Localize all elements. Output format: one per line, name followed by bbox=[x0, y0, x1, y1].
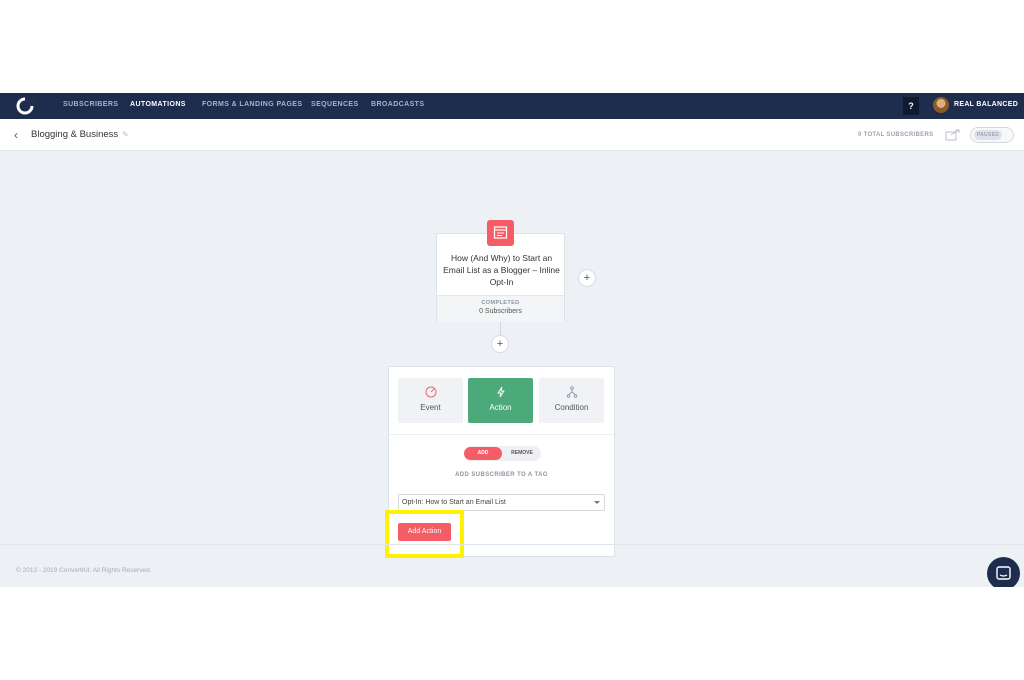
add-trigger-plus-icon[interactable]: + bbox=[578, 269, 596, 287]
step-type-action[interactable]: Action bbox=[468, 378, 533, 423]
convertkit-logo-icon[interactable] bbox=[15, 96, 35, 116]
gauge-icon bbox=[425, 386, 437, 398]
automation-title: Blogging & Business bbox=[31, 129, 119, 140]
help-button[interactable]: ? bbox=[903, 97, 919, 115]
add-step-plus-icon[interactable]: + bbox=[491, 335, 509, 353]
trigger-title: How (And Why) to Start an Email List as … bbox=[443, 253, 560, 287]
total-subscribers: 0 TOTAL SUBSCRIBERS bbox=[858, 132, 934, 138]
avatar[interactable] bbox=[933, 97, 949, 113]
divider bbox=[389, 434, 614, 435]
automation-header: ‹ Blogging & Business ✎ 0 TOTAL SUBSCRIB… bbox=[0, 119, 1024, 151]
nav-sequences[interactable]: SEQUENCES bbox=[311, 101, 359, 108]
step-type-condition[interactable]: Condition bbox=[539, 378, 604, 423]
user-name[interactable]: REAL BALANCED bbox=[954, 101, 1018, 108]
step-type-label: Action bbox=[489, 403, 512, 412]
add-action-button[interactable]: Add Action bbox=[398, 523, 451, 541]
step-type-event[interactable]: Event bbox=[398, 378, 463, 423]
nav-automations[interactable]: AUTOMATIONS bbox=[130, 101, 186, 108]
remove-option-button[interactable]: REMOVE bbox=[505, 447, 539, 460]
connector-line bbox=[500, 322, 501, 335]
step-type-label: Condition bbox=[554, 403, 589, 412]
tag-select-value: Opt-In: How to Start an Email List bbox=[402, 499, 506, 506]
edit-pencil-icon[interactable]: ✎ bbox=[122, 130, 129, 139]
form-icon bbox=[487, 220, 514, 246]
add-remove-toggle: ADD REMOVE bbox=[464, 446, 541, 461]
status-label: PAUSED bbox=[974, 130, 1002, 140]
add-step-panel: Event Action Condition ADD REMOVE ADD SU… bbox=[385, 366, 615, 558]
chat-bubble-icon[interactable] bbox=[987, 557, 1020, 587]
lightning-icon bbox=[495, 386, 507, 398]
add-option-button[interactable]: ADD bbox=[464, 447, 502, 460]
branch-icon bbox=[566, 386, 578, 398]
nav-subscribers[interactable]: SUBSCRIBERS bbox=[63, 101, 118, 108]
trigger-footer: COMPLETED 0 Subscribers bbox=[437, 295, 564, 322]
footer-divider bbox=[0, 544, 1024, 545]
status-toggle[interactable]: PAUSED bbox=[970, 127, 1014, 143]
nav-forms-landing-pages[interactable]: FORMS & LANDING PAGES bbox=[202, 101, 302, 108]
nav-broadcasts[interactable]: BROADCASTS bbox=[371, 101, 424, 108]
back-arrow-icon[interactable]: ‹ bbox=[14, 128, 18, 142]
tag-select[interactable]: Opt-In: How to Start an Email List bbox=[398, 494, 605, 511]
share-icon[interactable] bbox=[945, 128, 961, 141]
trigger-status: COMPLETED bbox=[481, 300, 520, 306]
action-subheading: ADD SUBSCRIBER TO A TAG bbox=[455, 472, 548, 478]
app-frame: SUBSCRIBERS AUTOMATIONS FORMS & LANDING … bbox=[0, 93, 1024, 587]
chevron-down-icon bbox=[594, 501, 600, 504]
step-type-label: Event bbox=[420, 403, 441, 412]
trigger-subscriber-count: 0 Subscribers bbox=[479, 308, 522, 315]
trigger-card[interactable]: How (And Why) to Start an Email List as … bbox=[436, 233, 565, 322]
top-nav: SUBSCRIBERS AUTOMATIONS FORMS & LANDING … bbox=[0, 93, 1024, 119]
copyright-text: © 2013 - 2019 ConvertKit. All Rights Res… bbox=[16, 567, 152, 574]
